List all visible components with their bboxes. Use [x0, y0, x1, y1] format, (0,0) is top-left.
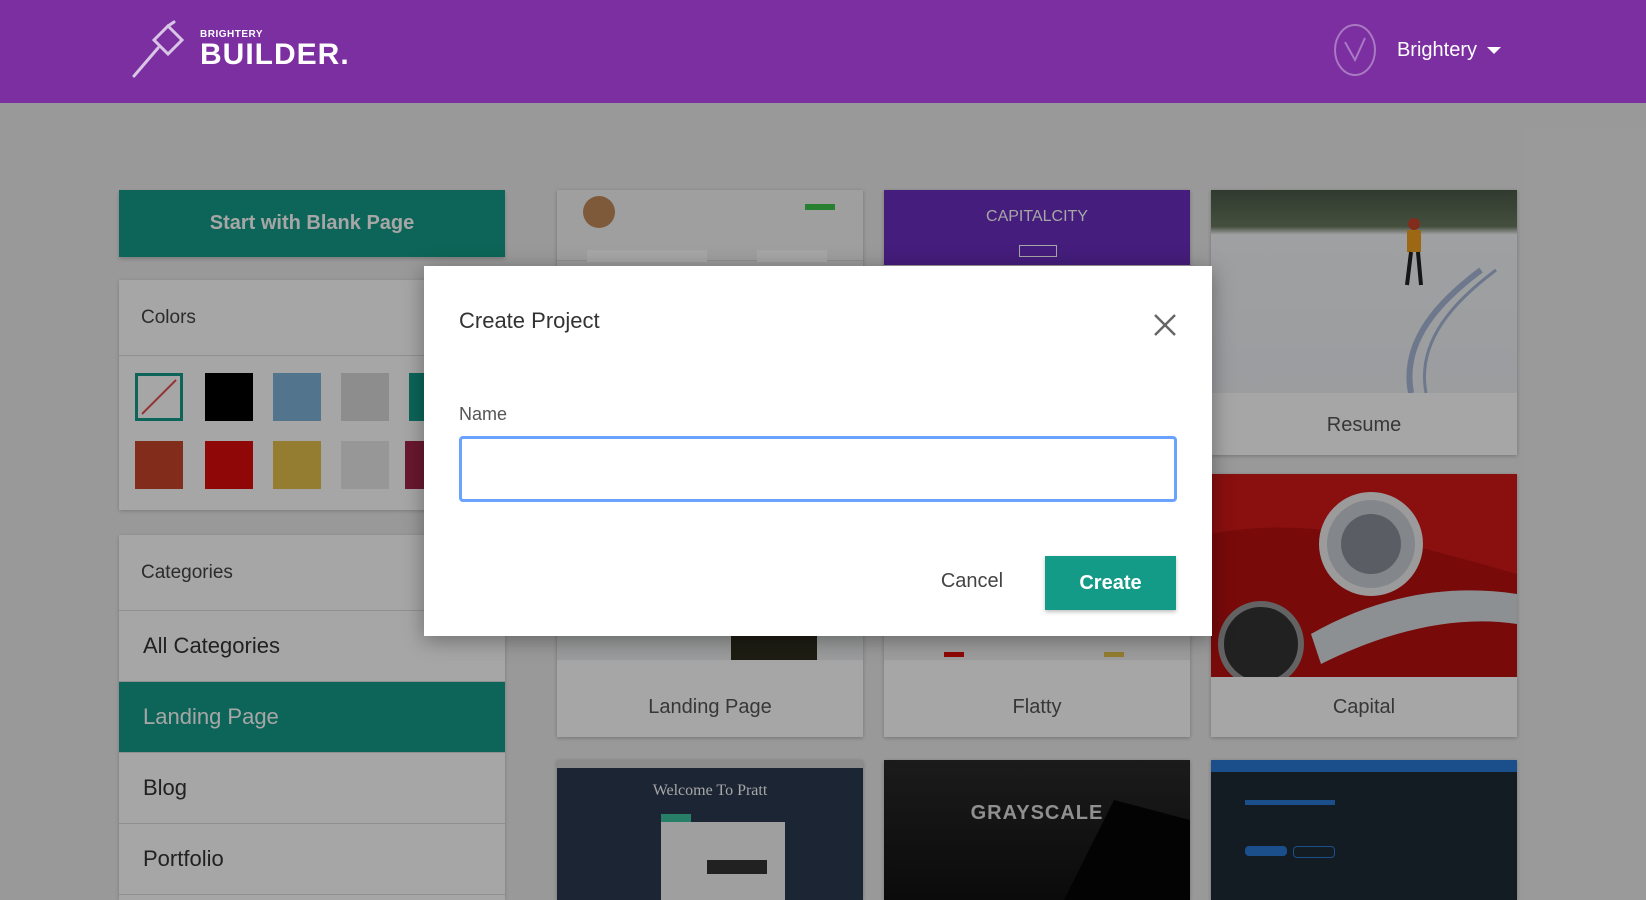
app-logo[interactable]: BRIGHTERY BUILDER.: [128, 20, 350, 80]
avatar: [1333, 24, 1376, 76]
name-label: Name: [459, 404, 508, 424]
cancel-button[interactable]: Cancel: [922, 556, 1022, 606]
close-icon[interactable]: [1152, 312, 1178, 338]
chevron-down-icon: [1487, 46, 1501, 54]
project-name-input[interactable]: [459, 436, 1177, 502]
create-project-dialog: Create Project Name Cancel Create: [424, 266, 1212, 636]
user-menu[interactable]: Brightery: [1331, 22, 1501, 78]
logo-title: BUILDER.: [200, 38, 350, 71]
top-header: BRIGHTERY BUILDER. Brightery: [0, 0, 1646, 103]
dialog-title: Create Project: [459, 308, 600, 333]
create-button[interactable]: Create: [1045, 556, 1176, 610]
user-name: Brightery: [1396, 38, 1477, 61]
hammer-icon: [132, 20, 185, 78]
